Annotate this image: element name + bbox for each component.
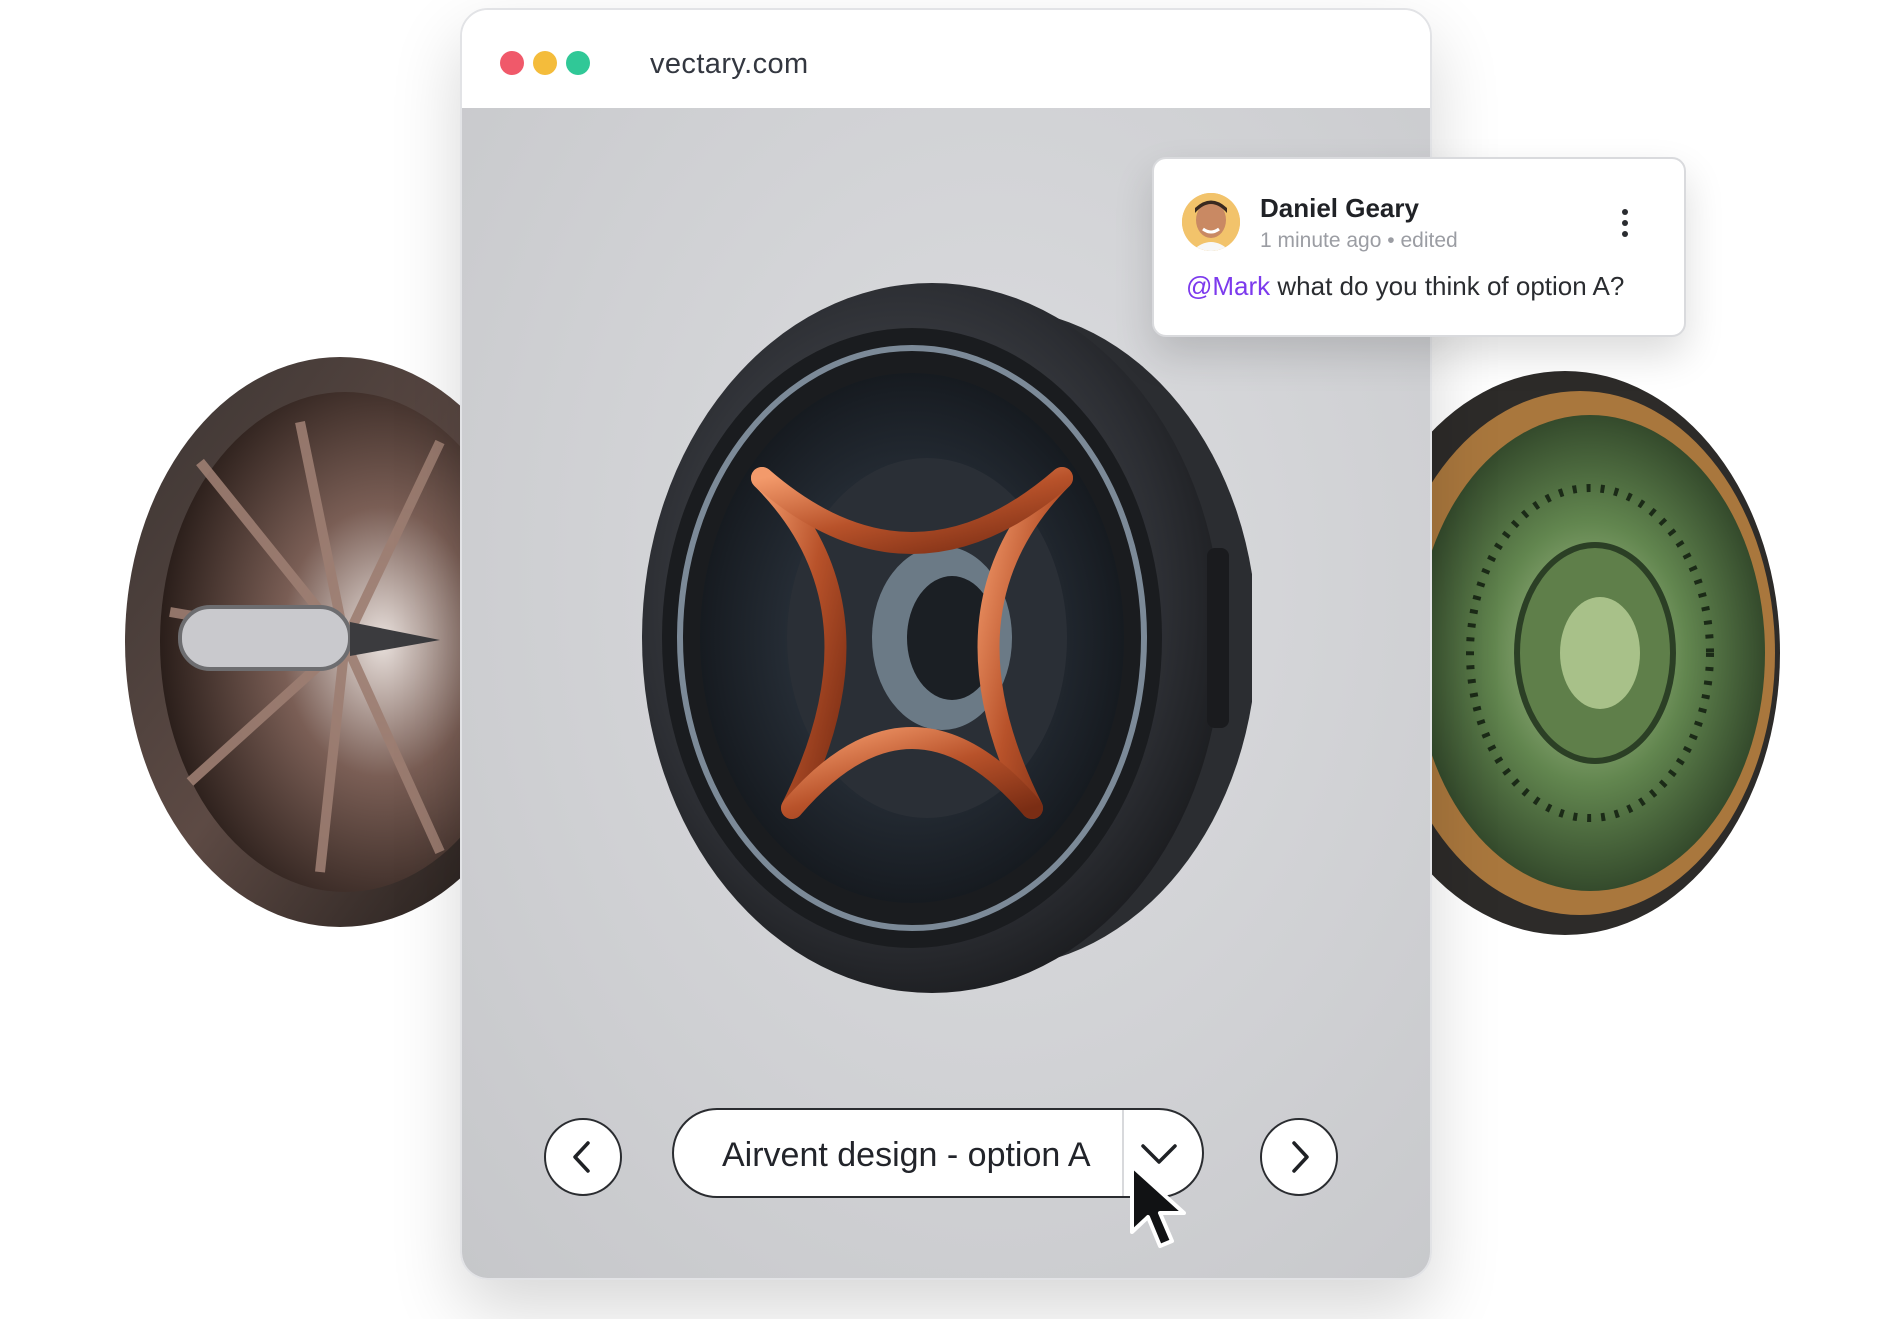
next-design-button[interactable] xyxy=(1260,1118,1338,1196)
zoom-window-button[interactable] xyxy=(566,51,590,75)
minimize-window-button[interactable] xyxy=(533,51,557,75)
comment-message: what do you think of option A? xyxy=(1270,271,1625,301)
comment-body: @Mark what do you think of option A? xyxy=(1186,271,1624,302)
mouse-pointer-icon xyxy=(1130,1164,1186,1248)
main-product-render xyxy=(642,283,1252,993)
meta-separator: • xyxy=(1387,229,1395,252)
comment-meta: 1 minute ago • edited xyxy=(1260,229,1458,253)
address-bar-url[interactable]: vectary.com xyxy=(650,48,809,81)
left-product-render xyxy=(125,357,510,927)
selector-divider xyxy=(1122,1110,1124,1196)
comment-author: Daniel Geary xyxy=(1260,193,1419,223)
previous-design-button[interactable] xyxy=(544,1118,622,1196)
user-mention-link[interactable]: @Mark xyxy=(1186,271,1270,301)
selected-design-label: Airvent design - option A xyxy=(722,1136,1091,1174)
chevron-right-icon xyxy=(1292,1141,1309,1173)
comment-timestamp: 1 minute ago xyxy=(1260,229,1382,252)
comment-card[interactable]: Daniel Geary 1 minute ago • edited @Mark… xyxy=(1152,157,1686,337)
avatar[interactable] xyxy=(1182,193,1240,251)
browser-titlebar: vectary.com xyxy=(462,10,1430,109)
user-avatar-image xyxy=(1182,193,1240,251)
design-selector-dropdown[interactable]: Airvent design - option A xyxy=(672,1108,1204,1198)
more-vertical-icon[interactable] xyxy=(1622,209,1628,242)
right-product-render xyxy=(1395,371,1780,935)
close-window-button[interactable] xyxy=(500,51,524,75)
comment-edited-status: edited xyxy=(1400,229,1458,252)
chevron-left-icon xyxy=(573,1141,590,1173)
